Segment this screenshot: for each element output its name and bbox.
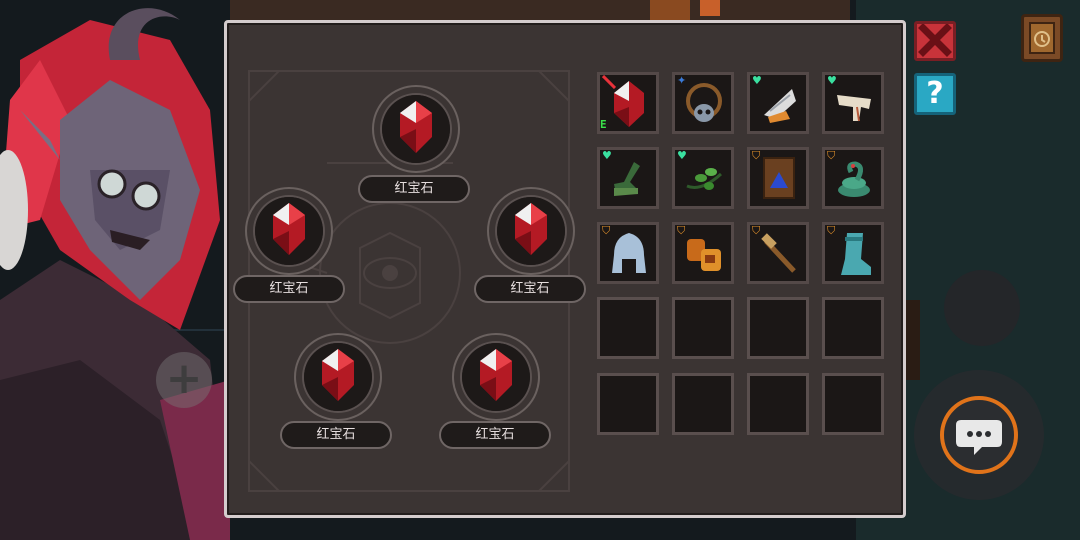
inventory-slot[interactable]: ⛉ [747,147,809,209]
skull-amulet-icon [686,83,722,122]
chat-button[interactable] [940,396,1018,474]
inventory-slot-empty[interactable] [597,373,659,435]
orange-shield-badge-icon: ⛉ [677,224,686,237]
green-heart-badge-icon: ♥ [752,74,762,87]
rune-tablet-icon [763,157,795,199]
coiled-snake-icon [838,161,870,197]
gem-socket-right[interactable] [487,187,575,275]
inventory-slot[interactable]: ⛉ [597,222,659,284]
inventory-slot-empty[interactable] [747,297,809,359]
bone-icon [837,95,871,122]
inventory-slot-empty[interactable] [747,373,809,435]
journal-button[interactable] [1021,14,1063,62]
socket-label-right: 红宝石 [474,275,586,303]
green-boot-icon [614,162,640,196]
blue-star-badge-icon: ✦ [677,74,687,87]
inventory-slot-empty[interactable] [672,297,734,359]
inventory-slot[interactable]: ⛉ [747,222,809,284]
ruby-gem-icon [515,203,547,255]
journal-icon [1029,22,1055,54]
close-button[interactable] [914,21,956,61]
herb-sprig-icon [686,168,723,190]
green-heart-badge-icon: ♥ [677,149,687,162]
orange-shield-badge-icon: ⛉ [827,149,836,162]
ruby-gem-icon [400,101,432,153]
socket-label-bottom-left: 红宝石 [280,421,392,449]
inventory-slot-empty[interactable] [672,373,734,435]
inventory-slot[interactable]: ♥ [672,147,734,209]
orange-shield-badge-icon: ⛉ [827,224,836,237]
socket-label-bottom-right: 红宝石 [439,421,551,449]
wooden-hammer-icon [761,233,796,273]
equipped-tag: E [600,118,607,131]
red-sword-badge-icon [602,75,616,89]
steel-helmet-icon [612,233,646,273]
gem-socket-left[interactable] [245,187,333,275]
teal-boot-icon [841,233,871,275]
chat-bubble-icon [956,420,1002,455]
ruby-gem-icon [322,349,354,401]
gem-socket-panel: 红宝石 红宝石 红宝石 红宝石 红宝石 E ✦ ♥ ♥ ♥ ♥ ⛉ ⛉ ⛉ ⛉ … [224,20,906,518]
amber-gauntlet-icon [687,239,721,271]
inventory-slot[interactable]: ♥ [597,147,659,209]
gem-socket-bottom-left[interactable] [294,333,382,421]
inventory-slot[interactable]: ⛉ [822,222,884,284]
inventory-slot[interactable]: ✦ [672,72,734,134]
orange-shield-badge-icon: ⛉ [752,149,761,162]
gem-socket-bottom-right[interactable] [452,333,540,421]
green-heart-badge-icon: ♥ [602,149,612,162]
inventory-slot[interactable]: E [597,72,659,134]
inventory-slot-empty[interactable] [822,297,884,359]
feather-wing-icon [764,89,796,123]
orange-shield-badge-icon: ⛉ [602,224,611,237]
green-heart-badge-icon: ♥ [827,74,837,87]
add-button[interactable]: + [156,352,212,408]
socket-label-left: 红宝石 [233,275,345,303]
socket-label-top: 红宝石 [358,175,470,203]
orange-shield-badge-icon: ⛉ [752,224,761,237]
inventory-slot-empty[interactable] [597,297,659,359]
inventory-slot[interactable]: ⛉ [822,147,884,209]
close-icon [918,23,952,57]
inventory-slot-empty[interactable] [822,373,884,435]
inventory-slot[interactable]: ⛉ [672,222,734,284]
inventory-slot[interactable]: ♥ [747,72,809,134]
ruby-gem-icon [480,349,512,401]
ruby-gem-icon [273,203,305,255]
joystick[interactable] [944,270,1020,346]
help-button[interactable]: ? [914,73,956,115]
inventory-slot[interactable]: ♥ [822,72,884,134]
gem-socket-top[interactable] [372,85,460,173]
